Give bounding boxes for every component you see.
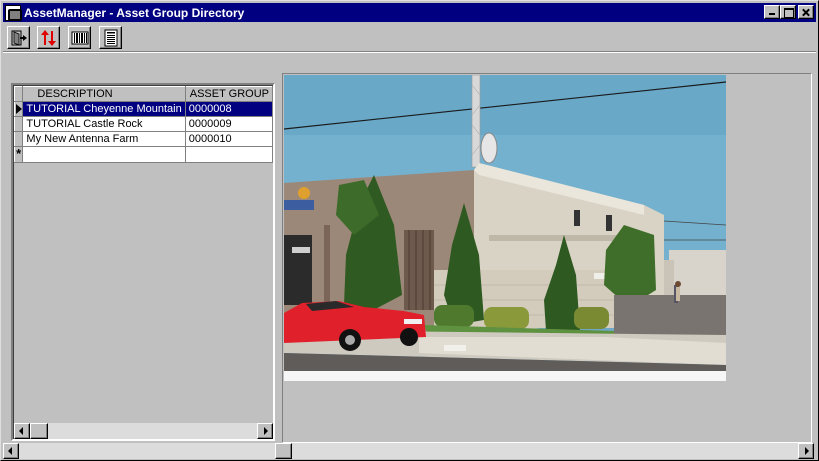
window-horizontal-scrollbar[interactable]	[3, 443, 814, 459]
window-scroll-left-button[interactable]	[3, 443, 19, 459]
column-header-description[interactable]: DESCRIPTION	[22, 86, 186, 102]
grid-horizontal-scrollbar[interactable]	[14, 423, 273, 439]
app-icon[interactable]	[5, 4, 22, 21]
scroll-left-button[interactable]	[14, 423, 30, 439]
table-row[interactable]: My New Antenna Farm 0000010	[13, 131, 274, 147]
asset-group-grid[interactable]: DESCRIPTION ASSET GROUP TUTORIAL Cheyenn…	[11, 83, 275, 441]
photo-panel	[282, 73, 812, 443]
table-row[interactable]: TUTORIAL Castle Rock 0000009	[13, 116, 274, 132]
row-selector[interactable]	[13, 101, 24, 117]
description-cell[interactable]: TUTORIAL Cheyenne Mountain	[22, 101, 186, 117]
sort-button[interactable]	[37, 26, 60, 49]
title-bar[interactable]: AssetManager - Asset Group Directory	[3, 3, 816, 22]
description-cell[interactable]: My New Antenna Farm	[22, 131, 186, 147]
exit-button[interactable]	[7, 26, 30, 49]
sort-icon	[40, 29, 56, 46]
window-title: AssetManager - Asset Group Directory	[24, 5, 245, 20]
window-controls	[764, 5, 814, 19]
grid-body: DESCRIPTION ASSET GROUP TUTORIAL Cheyenn…	[13, 85, 274, 439]
toolbar	[3, 24, 816, 52]
column-header-asset-group[interactable]: ASSET GROUP	[184, 86, 274, 102]
new-record-row[interactable]: *	[13, 146, 274, 163]
row-selector[interactable]	[13, 131, 24, 147]
close-button[interactable]	[798, 5, 814, 19]
row-selector[interactable]: *	[13, 146, 24, 163]
asset-photo[interactable]	[284, 75, 726, 381]
barcode-button[interactable]	[68, 26, 91, 49]
report-button[interactable]	[99, 26, 122, 49]
scroll-right-button[interactable]	[257, 423, 273, 439]
scroll-thumb[interactable]	[30, 423, 48, 439]
grid-header-row: DESCRIPTION ASSET GROUP	[13, 86, 274, 102]
maximize-button[interactable]	[780, 5, 796, 19]
report-icon	[104, 29, 117, 46]
asset-group-cell[interactable]: 0000010	[184, 131, 274, 147]
description-cell[interactable]	[22, 146, 186, 163]
grid-table: DESCRIPTION ASSET GROUP TUTORIAL Cheyenn…	[13, 86, 274, 163]
description-cell[interactable]: TUTORIAL Castle Rock	[22, 116, 186, 132]
minimize-button[interactable]	[764, 5, 780, 19]
asset-group-cell[interactable]: 0000008	[184, 101, 274, 117]
window-scroll-thumb[interactable]	[275, 443, 292, 459]
asset-group-cell[interactable]	[184, 146, 274, 163]
row-selector-header[interactable]	[13, 86, 24, 102]
building-photo-image	[284, 75, 726, 381]
barcode-icon	[71, 31, 88, 44]
window-scroll-right-button[interactable]	[798, 443, 814, 459]
row-selector[interactable]	[13, 116, 24, 132]
current-row-arrow-icon	[15, 103, 22, 114]
exit-icon	[11, 30, 27, 46]
curb-number-plate	[444, 345, 466, 351]
new-record-icon: *	[16, 146, 22, 161]
app-window: AssetManager - Asset Group Directory DES…	[0, 0, 819, 461]
table-row[interactable]: TUTORIAL Cheyenne Mountain 0000008	[13, 101, 274, 117]
asset-group-cell[interactable]: 0000009	[184, 116, 274, 132]
